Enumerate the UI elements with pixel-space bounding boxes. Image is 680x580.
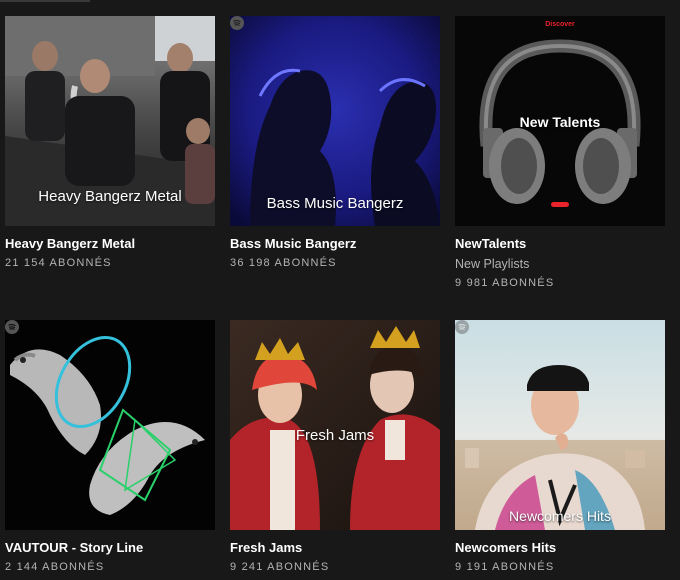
spotify-icon <box>230 16 244 30</box>
cover-title: Heavy Bangerz Metal <box>38 188 182 205</box>
playlist-cover[interactable]: Heavy Bangerz Metal <box>5 16 215 226</box>
playlist-subtitle: New Playlists <box>455 257 530 271</box>
playlist-name[interactable]: Heavy Bangerz Metal <box>5 236 217 251</box>
cover-title: Fresh Jams <box>295 427 375 444</box>
playlist-card-heavy-bangerz-metal[interactable]: Heavy Bangerz Metal Heavy Bangerz Metal … <box>5 16 217 269</box>
playlist-cover[interactable]: Bass Music Bangerz <box>230 16 440 226</box>
playlist-cover[interactable]: Newcomers Hits <box>455 320 665 530</box>
playlist-name[interactable]: Bass Music Bangerz <box>230 236 442 251</box>
followers-count: 9 191 ABONNÉS <box>455 561 555 573</box>
playlist-card-newcomers-hits[interactable]: Newcomers Hits Newcomers Hits 9 191 ABON… <box>455 320 667 573</box>
playlist-cover[interactable]: Discover New Talents <box>455 16 665 226</box>
playlist-name[interactable]: Newcomers Hits <box>455 540 667 555</box>
playlist-card-newtalents[interactable]: Discover New Talents NewTalents New Play… <box>455 16 667 289</box>
cover-title: Newcomers Hits <box>509 508 611 524</box>
followers-count: 9 241 ABONNÉS <box>230 561 330 573</box>
followers-count: 36 198 ABONNÉS <box>230 257 337 269</box>
followers-count: 2 144 ABONNÉS <box>5 561 105 573</box>
cover-tag: Discover <box>545 21 575 28</box>
playlist-card-bass-music-bangerz[interactable]: Bass Music Bangerz Bass Music Bangerz 36… <box>230 16 442 269</box>
cover-title: Bass Music Bangerz <box>266 195 404 212</box>
followers-count: 9 981 ABONNÉS <box>455 277 555 289</box>
top-divider <box>0 0 90 2</box>
followers-count: 21 154 ABONNÉS <box>5 257 112 269</box>
cover-title: New Talents <box>519 114 601 130</box>
spotify-icon <box>455 320 469 334</box>
playlist-name[interactable]: Fresh Jams <box>230 540 442 555</box>
playlist-card-vautour-story-line[interactable]: VAUTOUR - Story Line 2 144 ABONNÉS <box>5 320 217 573</box>
playlist-cover[interactable]: Fresh Jams <box>230 320 440 530</box>
playlist-card-fresh-jams[interactable]: Fresh Jams Fresh Jams 9 241 ABONNÉS <box>230 320 442 573</box>
playlist-name[interactable]: NewTalents <box>455 236 667 251</box>
playlist-name[interactable]: VAUTOUR - Story Line <box>5 540 217 555</box>
playlist-cover[interactable] <box>5 320 215 530</box>
spotify-icon <box>5 320 19 334</box>
